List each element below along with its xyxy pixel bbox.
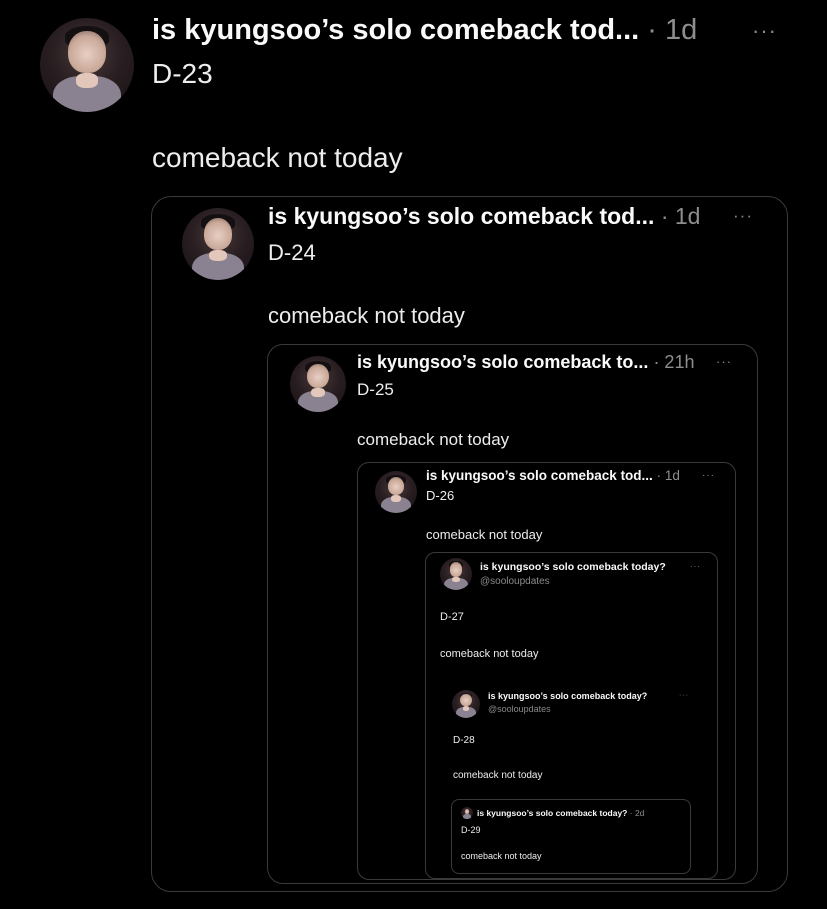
post-title[interactable]: is kyungsoo’s solo comeback tod... · 1d [268,203,700,230]
account-name[interactable]: is kyungsoo’s solo comeback tod... [426,468,653,483]
avatar[interactable] [290,356,346,412]
post-body: comeback not today [440,648,539,660]
more-options-icon[interactable]: ··· [752,18,777,44]
more-options-icon[interactable]: ··· [733,206,753,226]
account-handle[interactable]: @sooloupdates [480,576,550,587]
more-options-icon[interactable]: ··· [690,562,701,571]
account-name[interactable]: is kyungsoo’s solo comeback tod... [268,203,654,229]
post-body: comeback not today [461,851,542,861]
more-options-icon[interactable]: ··· [679,692,689,699]
post-dday: D-29 [461,825,481,835]
account-name[interactable]: is kyungsoo’s solo comeback today? [480,561,666,573]
avatar[interactable] [40,18,134,112]
post-title[interactable]: is kyungsoo’s solo comeback tod... · 1d [426,468,680,483]
more-options-icon[interactable]: ··· [716,354,732,369]
account-name[interactable]: is kyungsoo’s solo comeback today? [488,691,647,701]
avatar[interactable] [375,471,417,513]
post-dday: D-26 [426,488,455,503]
account-name[interactable]: is kyungsoo’s solo comeback tod... [152,14,639,46]
post-body: comeback not today [268,303,465,328]
post-body: comeback not today [453,770,543,781]
post-time: · 21h [653,352,695,372]
post-title[interactable]: is kyungsoo’s solo comeback to... · 21h [357,352,694,373]
post-time: · 1d [656,468,680,483]
avatar[interactable] [452,690,480,718]
post-title[interactable]: is kyungsoo’s solo comeback tod... · 1d [152,14,697,47]
post-body: comeback not today [152,142,403,173]
post-body: comeback not today [426,527,543,542]
post-dday: D-24 [268,240,316,265]
post-title[interactable]: is kyungsoo’s solo comeback today? [480,561,666,573]
more-options-icon[interactable]: ··· [702,470,715,481]
post-title[interactable]: is kyungsoo’s solo comeback today? [488,691,647,701]
account-handle[interactable]: @sooloupdates [488,704,551,714]
post-dday: D-25 [357,380,394,399]
account-name[interactable]: is kyungsoo’s solo comeback to... [357,352,648,372]
account-name[interactable]: is kyungsoo’s solo comeback today? [477,808,627,818]
post-time: · 1d [647,14,698,46]
post-time: · 2d [629,808,645,818]
post-body: comeback not today [357,430,510,449]
post-dday: D-23 [152,58,213,89]
post-title[interactable]: is kyungsoo’s solo comeback today? · 2d [477,808,644,818]
avatar[interactable] [461,807,473,819]
post-dday: D-27 [440,611,464,623]
avatar[interactable] [440,558,472,590]
post-time: · 1d [660,203,701,229]
post-dday: D-28 [453,735,475,746]
avatar[interactable] [182,208,254,280]
